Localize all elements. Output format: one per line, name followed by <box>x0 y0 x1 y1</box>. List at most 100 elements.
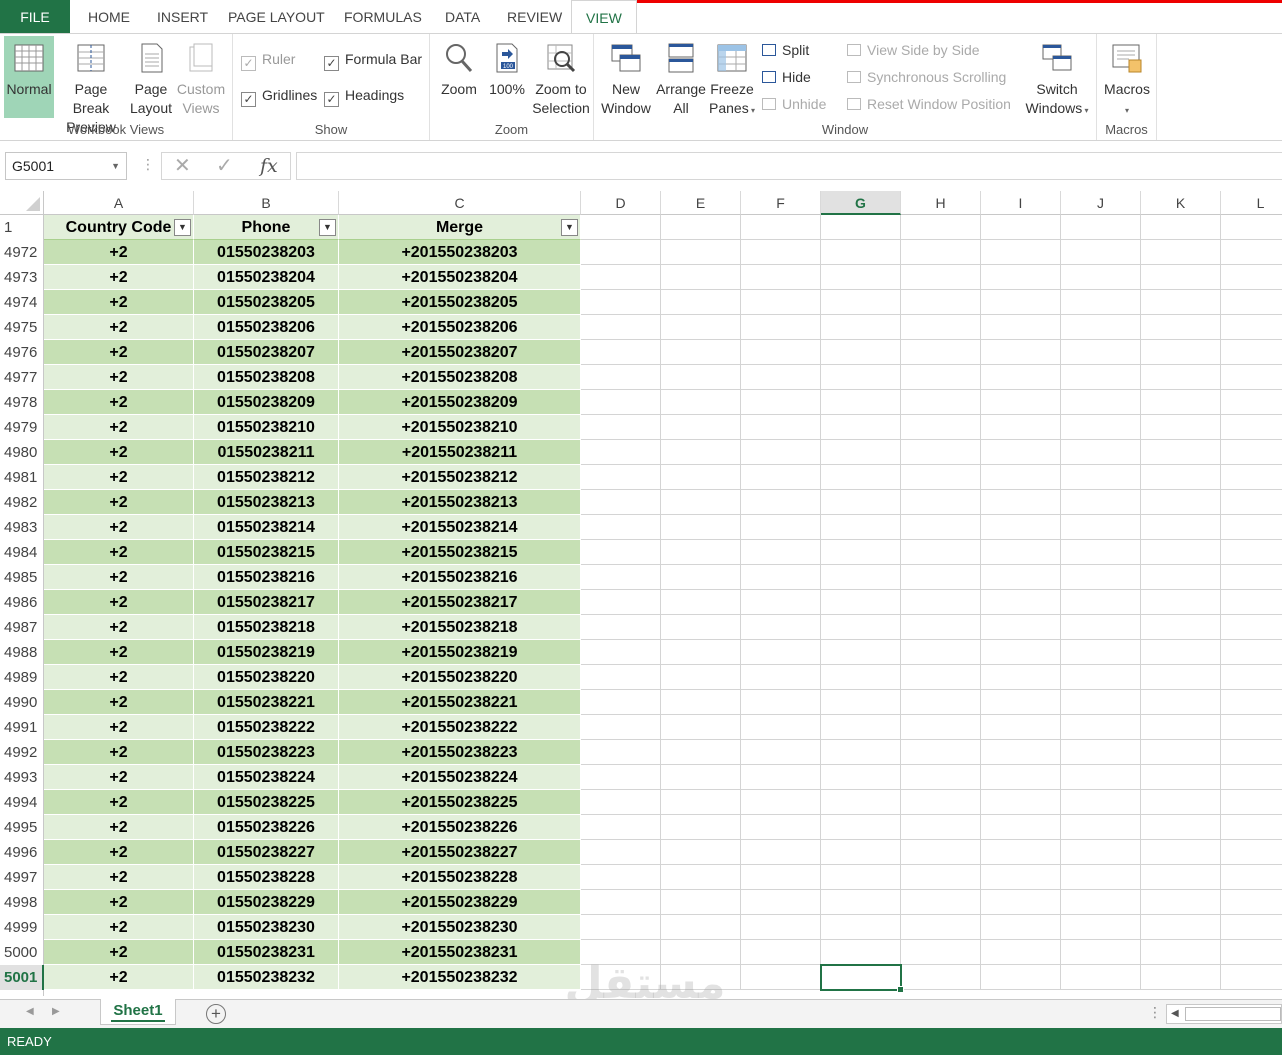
empty-cell[interactable] <box>1061 390 1141 415</box>
table-cell[interactable]: +2 <box>44 365 194 390</box>
name-box[interactable]: G5001 ▼ <box>5 152 127 180</box>
empty-cell[interactable] <box>661 640 741 665</box>
table-cell[interactable]: 01550238205 <box>194 290 339 315</box>
empty-cell[interactable] <box>1141 765 1221 790</box>
empty-cell[interactable] <box>1221 540 1282 565</box>
empty-cell[interactable] <box>661 740 741 765</box>
empty-cell[interactable] <box>741 415 821 440</box>
row-header[interactable]: 4991 <box>0 715 44 740</box>
empty-cell[interactable] <box>821 365 901 390</box>
empty-cell[interactable] <box>821 840 901 865</box>
empty-cell[interactable] <box>981 715 1061 740</box>
empty-cell[interactable] <box>901 240 981 265</box>
active-cell-selection[interactable] <box>820 964 904 993</box>
empty-cell[interactable] <box>981 615 1061 640</box>
table-cell[interactable]: 01550238230 <box>194 915 339 940</box>
empty-cell[interactable] <box>741 390 821 415</box>
row-header[interactable]: 4973 <box>0 265 44 290</box>
empty-cell[interactable] <box>741 590 821 615</box>
empty-cell[interactable] <box>1141 490 1221 515</box>
empty-cell[interactable] <box>741 865 821 890</box>
insert-function-icon[interactable]: fx <box>260 153 278 179</box>
empty-cell[interactable] <box>741 740 821 765</box>
freeze-panes-button[interactable]: Freeze Panes ▾ <box>708 36 756 118</box>
empty-cell[interactable] <box>661 415 741 440</box>
empty-cell[interactable] <box>981 465 1061 490</box>
empty-cell[interactable] <box>741 765 821 790</box>
empty-cell[interactable] <box>661 690 741 715</box>
empty-cell[interactable] <box>1221 240 1282 265</box>
empty-cell[interactable] <box>901 615 981 640</box>
empty-cell[interactable] <box>901 490 981 515</box>
empty-cell[interactable] <box>661 765 741 790</box>
table-cell[interactable]: 01550238223 <box>194 740 339 765</box>
empty-cell[interactable] <box>661 890 741 915</box>
table-cell[interactable]: +201550238211 <box>339 440 581 465</box>
empty-cell[interactable] <box>581 340 661 365</box>
formula-bar-grip-icon[interactable]: ⋮ <box>141 156 155 173</box>
empty-cell[interactable] <box>821 315 901 340</box>
table-cell[interactable]: +2 <box>44 440 194 465</box>
table-cell[interactable]: 01550238207 <box>194 340 339 365</box>
row-header[interactable]: 4975 <box>0 315 44 340</box>
empty-cell[interactable] <box>821 790 901 815</box>
empty-cell[interactable] <box>741 515 821 540</box>
empty-cell[interactable] <box>981 765 1061 790</box>
formula-bar-checkbox[interactable]: ✓ Formula Bar <box>324 49 422 71</box>
table-cell[interactable]: +2 <box>44 490 194 515</box>
empty-cell[interactable] <box>981 940 1061 965</box>
empty-cell[interactable] <box>1221 590 1282 615</box>
empty-cell[interactable] <box>1061 465 1141 490</box>
empty-cell[interactable] <box>901 865 981 890</box>
normal-view-button[interactable]: Normal <box>4 36 54 118</box>
empty-cell[interactable] <box>1221 665 1282 690</box>
table-cell[interactable]: +201550238210 <box>339 415 581 440</box>
empty-cell[interactable] <box>901 540 981 565</box>
empty-cell[interactable] <box>581 590 661 615</box>
empty-cell[interactable] <box>1141 215 1221 240</box>
empty-cell[interactable] <box>661 515 741 540</box>
empty-cell[interactable] <box>581 615 661 640</box>
empty-cell[interactable] <box>661 390 741 415</box>
table-cell[interactable]: +201550238204 <box>339 265 581 290</box>
table-cell[interactable]: +201550238226 <box>339 815 581 840</box>
column-header-d[interactable]: D <box>581 191 661 215</box>
table-cell[interactable]: 01550238228 <box>194 865 339 890</box>
empty-cell[interactable] <box>901 940 981 965</box>
table-cell[interactable]: +201550238215 <box>339 540 581 565</box>
table-cell[interactable]: +201550238225 <box>339 790 581 815</box>
empty-cell[interactable] <box>1221 790 1282 815</box>
switch-windows-button[interactable]: Switch Windows ▾ <box>1020 36 1094 118</box>
ruler-checkbox[interactable]: ✓ Ruler <box>241 49 295 71</box>
empty-cell[interactable] <box>1141 690 1221 715</box>
empty-cell[interactable] <box>661 540 741 565</box>
empty-cell[interactable] <box>1141 515 1221 540</box>
empty-cell[interactable] <box>1141 865 1221 890</box>
empty-cell[interactable] <box>1141 940 1221 965</box>
empty-cell[interactable] <box>821 415 901 440</box>
enter-icon[interactable]: ✓ <box>216 153 233 179</box>
empty-cell[interactable] <box>661 465 741 490</box>
tab-home[interactable]: HOME <box>74 0 144 33</box>
empty-cell[interactable] <box>1141 365 1221 390</box>
column-header-e[interactable]: E <box>661 191 741 215</box>
empty-cell[interactable] <box>1061 240 1141 265</box>
empty-cell[interactable] <box>741 715 821 740</box>
empty-cell[interactable] <box>1221 365 1282 390</box>
empty-cell[interactable] <box>981 415 1061 440</box>
empty-cell[interactable] <box>581 715 661 740</box>
empty-cell[interactable] <box>901 290 981 315</box>
empty-cell[interactable] <box>901 665 981 690</box>
table-cell[interactable]: +2 <box>44 240 194 265</box>
custom-views-button[interactable]: Custom Views <box>175 36 227 118</box>
empty-cell[interactable] <box>661 240 741 265</box>
empty-cell[interactable] <box>1221 515 1282 540</box>
empty-cell[interactable] <box>581 940 661 965</box>
row-header[interactable]: 4993 <box>0 765 44 790</box>
column-header-k[interactable]: K <box>1141 191 1221 215</box>
empty-cell[interactable] <box>1221 340 1282 365</box>
empty-cell[interactable] <box>1141 540 1221 565</box>
empty-cell[interactable] <box>901 790 981 815</box>
table-cell[interactable]: +201550238219 <box>339 640 581 665</box>
table-cell[interactable]: +201550238228 <box>339 865 581 890</box>
